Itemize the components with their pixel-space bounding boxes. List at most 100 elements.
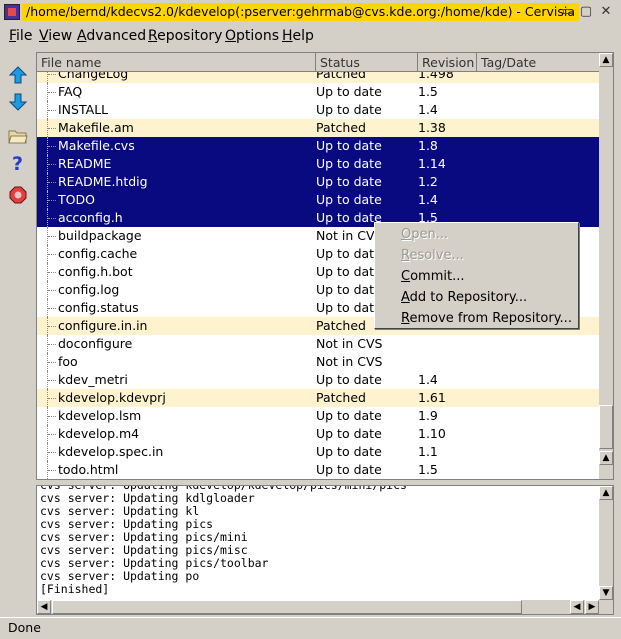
output-pane[interactable]: cvs server: Updating kdevelop/kdevelop/p… (36, 485, 614, 615)
table-row[interactable]: FAQ Up to date 1.5 (37, 83, 600, 101)
menu-repository[interactable]: Repository (148, 27, 222, 45)
revision-cell: 1.14 (418, 156, 446, 171)
status-cell: Up to date (316, 84, 382, 99)
revision-cell: 1.8 (418, 138, 438, 153)
table-row[interactable]: ChangeLog Patched 1.498 (37, 72, 600, 83)
scroll-up-icon[interactable]: ▲ (599, 53, 613, 67)
output-scroll-up-icon[interactable]: ▲ (599, 486, 613, 500)
status-cell: Up to date (316, 462, 382, 477)
revision-cell: 1.1 (418, 444, 438, 459)
output-scroll-left-icon[interactable]: ◀ (37, 600, 51, 614)
title-bar[interactable]: /home/bernd/kdecvs2.0/kdevelop(:pserver:… (0, 0, 621, 24)
menu-advanced[interactable]: Advanced (77, 27, 146, 45)
table-row[interactable]: Makefile.am Patched 1.38 (37, 119, 600, 137)
output-scroll-left2-icon[interactable]: ◀ (570, 600, 584, 614)
table-row[interactable]: todo.html Up to date 1.5 (37, 461, 600, 479)
output-hscroll-thumb[interactable] (52, 600, 522, 614)
menu-help[interactable]: Help (282, 27, 314, 45)
file-name-cell: acconfig.h (58, 210, 123, 225)
tree-line (47, 299, 58, 317)
revision-cell: 1.4 (418, 372, 438, 387)
file-name-cell: FAQ (58, 84, 83, 99)
table-row[interactable]: README Up to date 1.14 (37, 155, 600, 173)
status-cell: Up to date (316, 444, 382, 459)
revision-cell: 1.4 (418, 102, 438, 117)
tree-line (47, 83, 58, 101)
status-cell: Patched (316, 318, 366, 333)
output-scroll-right-icon[interactable]: ▶ (585, 600, 599, 614)
table-row[interactable]: kdevelop.spec.in Up to date 1.1 (37, 443, 600, 461)
status-cell: Up to date (316, 174, 382, 189)
table-row[interactable]: kdev_metri Up to date 1.4 (37, 371, 600, 389)
table-row[interactable]: kdevelop.m4 Up to date 1.10 (37, 425, 600, 443)
file-name-cell: doconfigure (58, 336, 133, 351)
output-log: cvs server: Updating kdevelop/kdevelop/p… (40, 486, 407, 596)
output-horizontal-scrollbar[interactable]: ◀ ◀ ▶ (37, 600, 600, 614)
revision-cell: 1.2 (418, 174, 438, 189)
tree-line (47, 407, 58, 425)
menu-item-add-to-repository[interactable]: Add to Repository... (401, 289, 527, 307)
column-status[interactable]: Status (316, 53, 418, 72)
table-row[interactable]: Makefile.cvs Up to date 1.8 (37, 137, 600, 155)
menu-file[interactable]: File (9, 27, 32, 45)
status-cell: Up to date (316, 372, 382, 387)
table-row[interactable]: INSTALL Up to date 1.4 (37, 101, 600, 119)
vertical-scrollbar[interactable]: ▲ ▲ (599, 53, 613, 479)
file-name-cell: todo.html (58, 462, 119, 477)
file-name-cell: config.cache (58, 246, 138, 261)
table-row[interactable]: kdevelop.kdevprj Patched 1.61 (37, 389, 600, 407)
file-name-cell: Makefile.cvs (58, 138, 135, 153)
menu-view[interactable]: View (39, 27, 72, 45)
up-arrow-icon[interactable] (7, 64, 29, 86)
revision-cell: 1.5 (418, 462, 438, 477)
revision-cell: 1.498 (418, 72, 454, 81)
table-row[interactable]: TODO Up to date 1.4 (37, 191, 600, 209)
revision-cell: 1.10 (418, 426, 446, 441)
tree-line (47, 425, 58, 443)
output-vertical-scrollbar[interactable]: ▲ ▼ (599, 486, 613, 600)
menu-options[interactable]: Options (225, 27, 279, 45)
app-icon[interactable] (4, 4, 20, 20)
tree-line (47, 209, 58, 227)
tree-line (47, 389, 58, 407)
file-name-cell: INSTALL (58, 102, 109, 117)
menu-item-commit[interactable]: Commit... (401, 268, 464, 286)
table-row[interactable]: kdevelop.lsm Up to date 1.9 (37, 407, 600, 425)
table-row[interactable]: README.htdig Up to date 1.2 (37, 173, 600, 191)
menu-item-remove-from-repository[interactable]: Remove from Repository... (401, 310, 572, 328)
tree-line (47, 353, 58, 371)
open-folder-icon[interactable] (7, 125, 29, 147)
status-cell: Up to date (316, 192, 382, 207)
revision-cell: 1.9 (418, 408, 438, 423)
file-name-cell: config.h.bot (58, 264, 133, 279)
window-title: /home/bernd/kdecvs2.0/kdevelop(:pserver:… (22, 3, 579, 21)
table-row[interactable]: doconfigure Not in CVS (37, 335, 600, 353)
tree-line (47, 72, 58, 83)
revision-cell: 1.61 (418, 390, 446, 405)
file-name-cell: kdev_metri (58, 372, 128, 387)
status-cell: Up to date (316, 138, 382, 153)
menu-item-open: Open... (401, 227, 449, 242)
table-row[interactable]: foo Not in CVS (37, 353, 600, 371)
question-icon[interactable]: ? (7, 152, 29, 174)
file-name-cell: config.status (58, 300, 139, 315)
scroll-thumb[interactable] (599, 405, 613, 449)
tree-line (47, 245, 58, 263)
revision-cell: 1.38 (418, 120, 446, 135)
scroll-down-icon[interactable]: ▲ (599, 451, 613, 465)
tree-line (47, 137, 58, 155)
column-file-name[interactable]: File name (37, 53, 316, 72)
context-menu: Open... Resolve... Commit... Add to Repo… (374, 222, 579, 329)
close-icon[interactable]: ✕ (598, 4, 614, 20)
column-tag-date[interactable]: Tag/Date (477, 53, 600, 72)
status-cell: Up to date (316, 264, 382, 279)
maximize-icon[interactable]: ▢ (578, 4, 594, 20)
column-revision[interactable]: Revision (418, 53, 477, 72)
down-arrow-icon[interactable] (7, 91, 29, 113)
file-name-cell: kdevelop.kdevprj (58, 390, 166, 405)
tree-line (47, 173, 58, 191)
file-name-cell: TODO (58, 192, 95, 207)
stop-icon[interactable] (7, 184, 29, 206)
minimize-icon[interactable]: ▭ (560, 4, 576, 20)
output-scroll-down-icon[interactable]: ▼ (599, 586, 613, 600)
